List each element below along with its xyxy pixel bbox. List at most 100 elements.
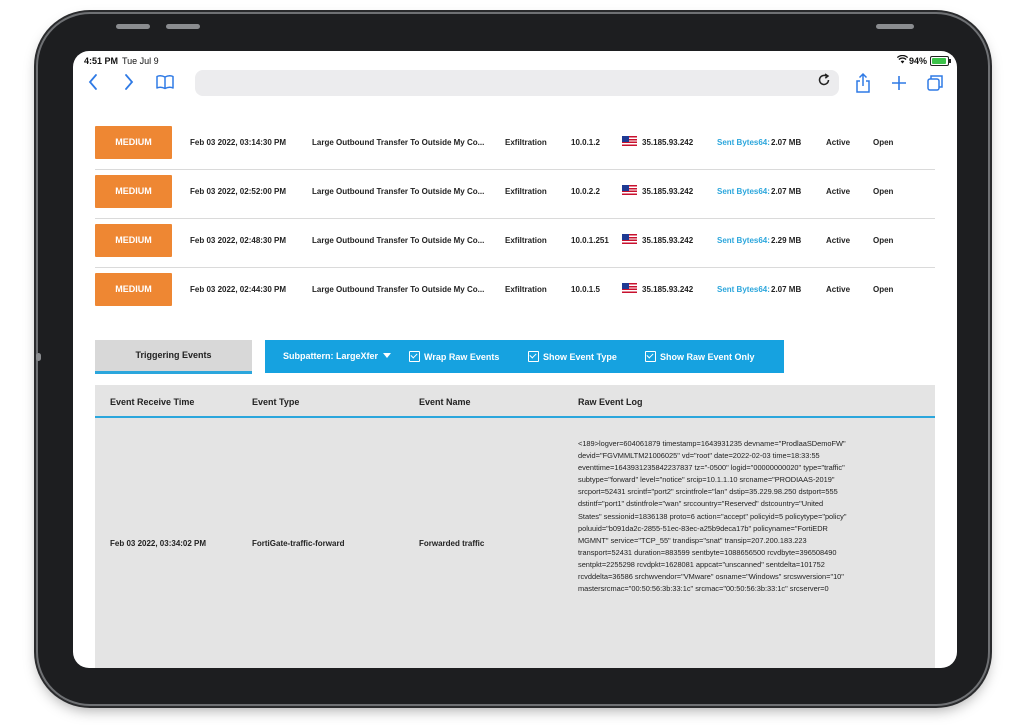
reload-icon[interactable] <box>817 73 831 92</box>
subpattern-label: Subpattern: LargeXfer <box>283 351 379 361</box>
event-type: FortiGate-traffic-forward <box>252 539 345 548</box>
column-header[interactable]: Event Type <box>252 397 299 407</box>
plus-icon[interactable] <box>890 72 908 100</box>
event-receive-time: Feb 03 2022, 03:34:02 PM <box>110 539 207 548</box>
raw-event-log: <189>logver=604061879 timestamp=16439312… <box>578 438 888 595</box>
us-flag-icon <box>622 136 637 146</box>
wrap-raw-events-checkbox[interactable]: Wrap Raw Events <box>409 351 499 362</box>
column-header[interactable]: Event Receive Time <box>110 397 194 407</box>
checkbox-checked-icon <box>645 351 656 362</box>
wifi-icon <box>896 54 909 66</box>
alert-state: Open <box>873 285 894 294</box>
status-date: Tue Jul 9 <box>122 56 159 66</box>
column-header[interactable]: Raw Event Log <box>578 397 643 407</box>
event-name: Forwarded traffic <box>419 539 485 548</box>
table-header: Event Receive Time Event Type Event Name… <box>95 385 935 418</box>
sent-bytes-value: 2.07 MB <box>771 138 802 147</box>
alert-name[interactable]: Large Outbound Transfer To Outside My Co… <box>312 236 484 245</box>
alert-status: Active <box>826 138 851 147</box>
alert-tactic: Exfiltration <box>505 236 547 245</box>
alert-state: Open <box>873 187 894 196</box>
chevron-right-icon[interactable] <box>123 72 135 98</box>
event-options-bar: Subpattern: LargeXfer Wrap Raw Events Sh… <box>265 340 784 373</box>
severity-badge[interactable]: MEDIUM <box>95 126 172 159</box>
raw-log-line: MGMNT" service="TCP_55" trandisp="snat" … <box>578 535 807 545</box>
status-time: 4:51 PM <box>84 56 119 66</box>
severity-badge[interactable]: MEDIUM <box>95 224 172 257</box>
us-flag-icon <box>622 234 637 244</box>
alert-destination-ip: 35.185.93.242 <box>642 285 694 294</box>
tabs-icon[interactable] <box>926 72 944 100</box>
alert-tactic: Exfiltration <box>505 187 547 196</box>
screen: 4:51 PM Tue Jul 9 94% MEDIUM Feb 03 2022… <box>73 51 957 668</box>
alert-name[interactable]: Large Outbound Transfer To Outside My Co… <box>312 138 484 147</box>
tab-triggering-events[interactable]: Triggering Events <box>95 340 252 374</box>
column-header[interactable]: Event Name <box>419 397 471 407</box>
alert-destination-ip: 35.185.93.242 <box>642 187 694 196</box>
power-button <box>876 24 914 29</box>
alert-status: Active <box>826 236 851 245</box>
battery-percent: 94% <box>908 56 927 66</box>
alert-source-ip: 10.0.2.2 <box>571 187 600 196</box>
sent-bytes-label: Sent Bytes64: <box>717 187 770 196</box>
show-event-type-label: Show Event Type <box>543 352 617 362</box>
battery-icon <box>930 56 951 66</box>
alert-status: Active <box>826 285 851 294</box>
subpattern-dropdown[interactable]: Subpattern: LargeXfer <box>283 351 392 361</box>
alert-tactic: Exfiltration <box>505 138 547 147</box>
chevron-down-icon <box>383 353 392 358</box>
show-raw-event-only-checkbox[interactable]: Show Raw Event Only <box>645 351 755 362</box>
volume-button <box>166 24 200 29</box>
alert-state: Open <box>873 138 894 147</box>
alert-tactic: Exfiltration <box>505 285 547 294</box>
book-icon[interactable] <box>155 72 175 98</box>
severity-badge[interactable]: MEDIUM <box>95 273 172 306</box>
alert-row[interactable]: MEDIUM Feb 03 2022, 03:14:30 PM Large Ou… <box>95 121 935 170</box>
raw-log-line: <189>logver=604061879 timestamp=16439312… <box>578 439 846 448</box>
camera-dot <box>36 353 41 361</box>
sent-bytes-value: 2.29 MB <box>771 236 802 245</box>
raw-log-line: eventtime=1643931235842237837 tz="-0500"… <box>578 463 845 473</box>
us-flag-icon <box>622 185 637 195</box>
wrap-raw-events-label: Wrap Raw Events <box>424 352 500 362</box>
alert-status: Active <box>826 187 851 196</box>
address-bar[interactable] <box>195 70 839 96</box>
show-event-type-checkbox[interactable]: Show Event Type <box>528 351 617 362</box>
alert-time: Feb 03 2022, 02:48:30 PM <box>190 236 287 245</box>
events-table: Event Receive Time Event Type Event Name… <box>95 385 935 668</box>
alert-time: Feb 03 2022, 03:14:30 PM <box>190 138 287 147</box>
severity-badge[interactable]: MEDIUM <box>95 175 172 208</box>
raw-log-line: subtype="forward" level="notice" srcip=1… <box>578 475 835 485</box>
checkbox-checked-icon <box>528 351 539 362</box>
raw-log-line: devid="FGVMMLTM21006025" vd="root" date=… <box>578 451 820 461</box>
show-raw-event-only-label: Show Raw Event Only <box>660 352 755 362</box>
alert-time: Feb 03 2022, 02:52:00 PM <box>190 187 287 196</box>
sent-bytes-label: Sent Bytes64: <box>717 138 770 147</box>
checkbox-checked-icon <box>409 351 420 362</box>
share-icon[interactable] <box>855 72 871 100</box>
raw-log-line: poluuid="b091da2c-2855-51ec-83ec-a25b9de… <box>578 523 828 533</box>
raw-log-line: srcport=52431 srcintf="port2" srcintfrol… <box>578 487 838 497</box>
browser-toolbar <box>73 69 957 99</box>
us-flag-icon <box>622 283 637 293</box>
alert-time: Feb 03 2022, 02:44:30 PM <box>190 285 287 294</box>
alert-name[interactable]: Large Outbound Transfer To Outside My Co… <box>312 285 484 294</box>
alert-destination-ip: 35.185.93.242 <box>642 236 694 245</box>
raw-log-line: transport=52431 duration=883599 sentbyte… <box>578 547 837 557</box>
alert-name[interactable]: Large Outbound Transfer To Outside My Co… <box>312 187 484 196</box>
alert-source-ip: 10.0.1.2 <box>571 138 600 147</box>
alert-row[interactable]: MEDIUM Feb 03 2022, 02:44:30 PM Large Ou… <box>95 268 935 316</box>
alert-row[interactable]: MEDIUM Feb 03 2022, 02:48:30 PM Large Ou… <box>95 219 935 268</box>
alert-source-ip: 10.0.1.5 <box>571 285 600 294</box>
alert-destination-ip: 35.185.93.242 <box>642 138 694 147</box>
raw-log-line: sentpkt=2255298 rcvdpkt=1628081 appcat="… <box>578 559 825 569</box>
chevron-left-icon[interactable] <box>87 72 99 98</box>
sent-bytes-value: 2.07 MB <box>771 187 802 196</box>
alert-row[interactable]: MEDIUM Feb 03 2022, 02:52:00 PM Large Ou… <box>95 170 935 219</box>
status-bar: 4:51 PM Tue Jul 9 94% <box>73 51 957 71</box>
raw-log-line: States" sessionid=1836138 proto=6 action… <box>578 511 847 521</box>
alert-source-ip: 10.0.1.251 <box>571 236 609 245</box>
raw-log-line: rcvddelta=36586 srchwvendor="VMware" osn… <box>578 572 844 582</box>
sent-bytes-value: 2.07 MB <box>771 285 802 294</box>
alert-state: Open <box>873 236 894 245</box>
